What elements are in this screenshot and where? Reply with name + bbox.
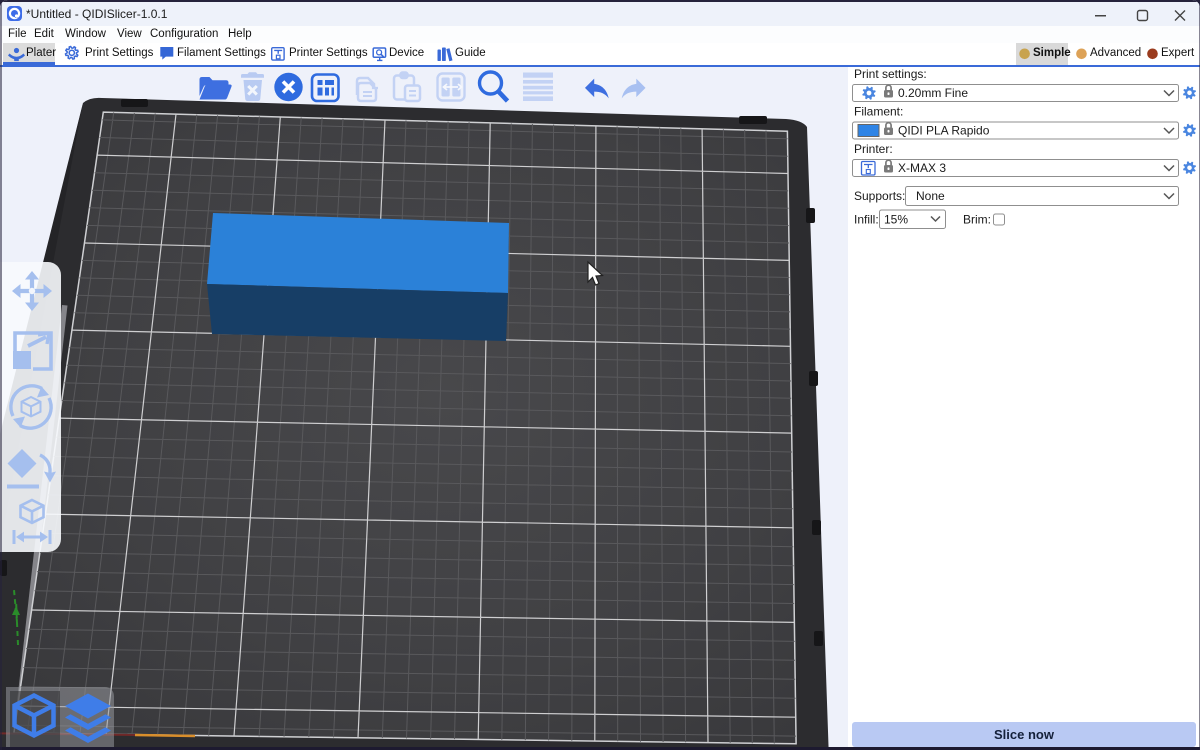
svg-text:Supports:: Supports: [854, 189, 905, 203]
svg-text:X-MAX 3: X-MAX 3 [898, 161, 946, 175]
svg-text:None: None [916, 189, 945, 203]
svg-text:15%: 15% [884, 213, 908, 227]
svg-text:Brim:: Brim: [963, 213, 991, 227]
svg-text:Print settings:: Print settings: [854, 67, 927, 81]
svg-text:Filament:: Filament: [854, 105, 903, 119]
svg-text:QIDI PLA Rapido: QIDI PLA Rapido [898, 124, 990, 138]
svg-text:Printer:: Printer: [854, 142, 893, 156]
svg-text:0.20mm Fine: 0.20mm Fine [898, 86, 968, 100]
svg-text:Infill:: Infill: [854, 213, 879, 227]
